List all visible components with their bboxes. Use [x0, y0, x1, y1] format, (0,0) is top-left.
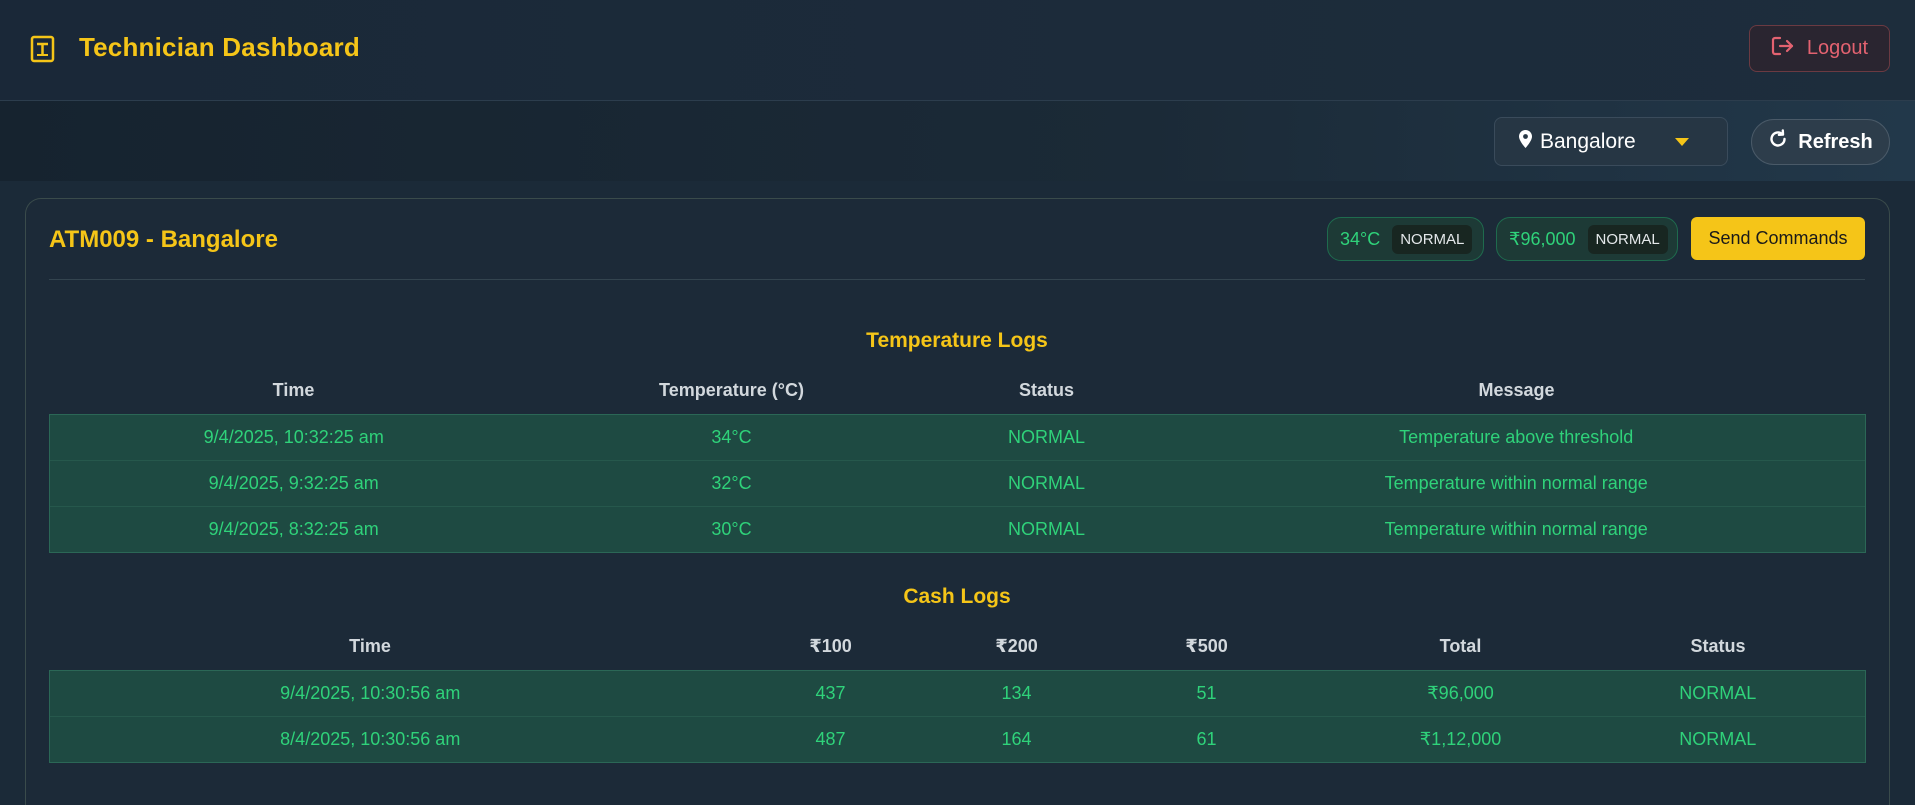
table-cell: Temperature within normal range	[1167, 459, 1866, 506]
column-header: ₹100	[809, 636, 852, 657]
table-cell: 34°C	[537, 413, 926, 460]
map-pin-icon	[1519, 129, 1532, 154]
table-row: 9/4/2025, 10:30:56 am 437 134 51 ₹96,000…	[49, 669, 1866, 716]
table-cell: ₹96,000	[1350, 669, 1571, 716]
cash-logs-title: Cash Logs	[903, 585, 1011, 608]
column-header: Status	[1018, 380, 1074, 401]
atm-title: ATM009 - Bangalore	[49, 226, 278, 253]
table-cell: 9/4/2025, 8:32:25 am	[49, 505, 538, 553]
cash-value: ₹96,000	[1509, 228, 1576, 249]
column-header: Total	[1439, 636, 1482, 657]
table-cell: 164	[970, 715, 1063, 763]
refresh-label: Refresh	[1798, 130, 1873, 153]
table-row: 9/4/2025, 10:32:25 am 34°C NORMAL Temper…	[49, 413, 1866, 460]
logout-button[interactable]: Logout	[1749, 25, 1890, 72]
refresh-icon	[1768, 129, 1788, 155]
temperature-badge: 34°C NORMAL	[1327, 217, 1484, 261]
cash-badge: ₹96,000 NORMAL	[1496, 217, 1678, 261]
table-row: 8/4/2025, 10:30:56 am 487 164 61 ₹1,12,0…	[49, 715, 1866, 763]
table-cell: 32°C	[537, 459, 926, 506]
city-select[interactable]: Bangalore	[1494, 117, 1728, 166]
column-header: Status	[1690, 636, 1746, 657]
table-cell: 8/4/2025, 10:30:56 am	[49, 715, 691, 763]
table-cell: Temperature within normal range	[1167, 505, 1866, 553]
card-divider	[49, 279, 1865, 280]
city-select-value: Bangalore	[1540, 129, 1636, 153]
table-cell: NORMAL	[1570, 669, 1866, 716]
table-cell: NORMAL	[925, 505, 1168, 553]
logout-icon	[1771, 35, 1795, 63]
table-header-row: Time ₹100 ₹200 ₹500 Total Status	[50, 624, 1866, 670]
table-cell: 134	[970, 669, 1063, 716]
column-header: Message	[1478, 380, 1555, 401]
refresh-button[interactable]: Refresh	[1751, 119, 1890, 165]
table-row: 9/4/2025, 8:32:25 am 30°C NORMAL Tempera…	[49, 505, 1866, 553]
logout-label: Logout	[1806, 37, 1869, 59]
table-row: 9/4/2025, 9:32:25 am 32°C NORMAL Tempera…	[49, 459, 1866, 506]
table-cell: 9/4/2025, 10:30:56 am	[49, 669, 691, 716]
table-cell: NORMAL	[925, 413, 1168, 460]
column-header: Time	[349, 636, 391, 657]
table-cell: 487	[690, 715, 971, 763]
cash-logs-table: Time ₹100 ₹200 ₹500 Total Status 9/4/202…	[49, 624, 1866, 763]
send-commands-button[interactable]: Send Commands	[1691, 217, 1865, 260]
table-cell: 30°C	[537, 505, 926, 553]
column-header: Temperature (°C)	[659, 380, 804, 401]
column-header: ₹500	[1185, 636, 1228, 657]
cash-status: NORMAL	[1587, 224, 1668, 254]
column-header: ₹200	[995, 636, 1038, 657]
table-cell: 61	[1062, 715, 1351, 763]
table-cell: 51	[1062, 669, 1351, 716]
temperature-status: NORMAL	[1392, 224, 1473, 254]
table-cell: NORMAL	[1570, 715, 1866, 763]
chevron-down-icon	[1675, 138, 1689, 146]
table-cell: 437	[690, 669, 971, 716]
page-title: Technician Dashboard	[79, 32, 360, 62]
temperature-logs-title: Temperature Logs	[866, 329, 1048, 352]
top-header: Technician Dashboard Logout	[0, 0, 1915, 101]
temperature-logs-table: Time Temperature (°C) Status Message 9/4…	[49, 368, 1866, 553]
dashboard-logo-icon	[30, 35, 55, 63]
table-header-row: Time Temperature (°C) Status Message	[50, 368, 1866, 414]
table-cell: ₹1,12,000	[1350, 715, 1571, 763]
table-cell: 9/4/2025, 10:32:25 am	[49, 413, 538, 460]
table-cell: Temperature above threshold	[1167, 413, 1866, 460]
temperature-value: 34°C	[1340, 228, 1381, 249]
table-cell: NORMAL	[925, 459, 1168, 506]
column-header: Time	[272, 380, 315, 401]
table-cell: 9/4/2025, 9:32:25 am	[49, 459, 538, 506]
